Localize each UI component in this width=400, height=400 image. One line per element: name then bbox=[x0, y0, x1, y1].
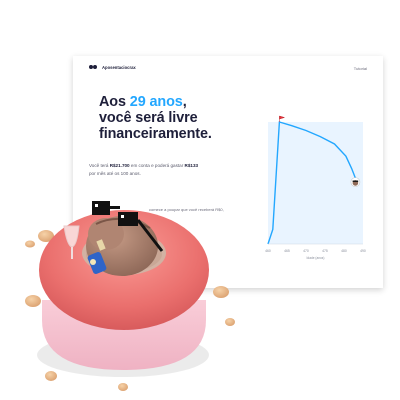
retirement-result-card: Aposentaciocrax Tutorial Aos 29 anos, vo… bbox=[73, 56, 383, 288]
sunglasses-logo-icon bbox=[89, 65, 98, 70]
x-tick-label: 480 bbox=[341, 249, 347, 253]
x-tick-label: 460 bbox=[265, 249, 271, 253]
page-title: Aos 29 anos, você será livre financeiram… bbox=[99, 94, 259, 142]
savings-chart: 460 465 470 475 480 490 Idade (anos) bbox=[265, 115, 366, 260]
x-axis-label: Idade (anos) bbox=[307, 256, 325, 260]
x-tick-label: 490 bbox=[360, 249, 366, 253]
summary-text: por mês até os 100 anos. bbox=[89, 171, 141, 176]
brand-name: Aposentaciocrax bbox=[102, 65, 136, 70]
avatar-marker-icon bbox=[350, 177, 361, 187]
headline-line2: você será livre bbox=[99, 110, 198, 126]
chart-area-background bbox=[268, 122, 363, 244]
footnote-text: comece a poupar que você receberá R$0, bbox=[149, 207, 224, 212]
headline-suffix: , bbox=[182, 94, 187, 110]
x-tick-label: 475 bbox=[322, 249, 328, 253]
x-tick-label: 465 bbox=[284, 249, 290, 253]
headline-line3: financeiramente. bbox=[99, 126, 212, 142]
x-tick-label: 470 bbox=[303, 249, 309, 253]
tutorial-link[interactable]: Tutorial bbox=[354, 66, 367, 71]
summary-text: Você terá bbox=[89, 163, 110, 168]
summary-text: em conta e poderá gastar bbox=[129, 163, 185, 168]
savings-summary: Você terá R$21.700 em conta e poderá gas… bbox=[89, 162, 199, 178]
headline-prefix: Aos bbox=[99, 94, 130, 110]
headline-age: 29 anos bbox=[129, 94, 183, 110]
monthly-amount: R$133 bbox=[184, 163, 199, 168]
brand-logo[interactable]: Aposentaciocrax bbox=[89, 65, 136, 70]
total-amount: R$21.700 bbox=[109, 163, 130, 168]
red-flag-icon bbox=[279, 115, 286, 122]
